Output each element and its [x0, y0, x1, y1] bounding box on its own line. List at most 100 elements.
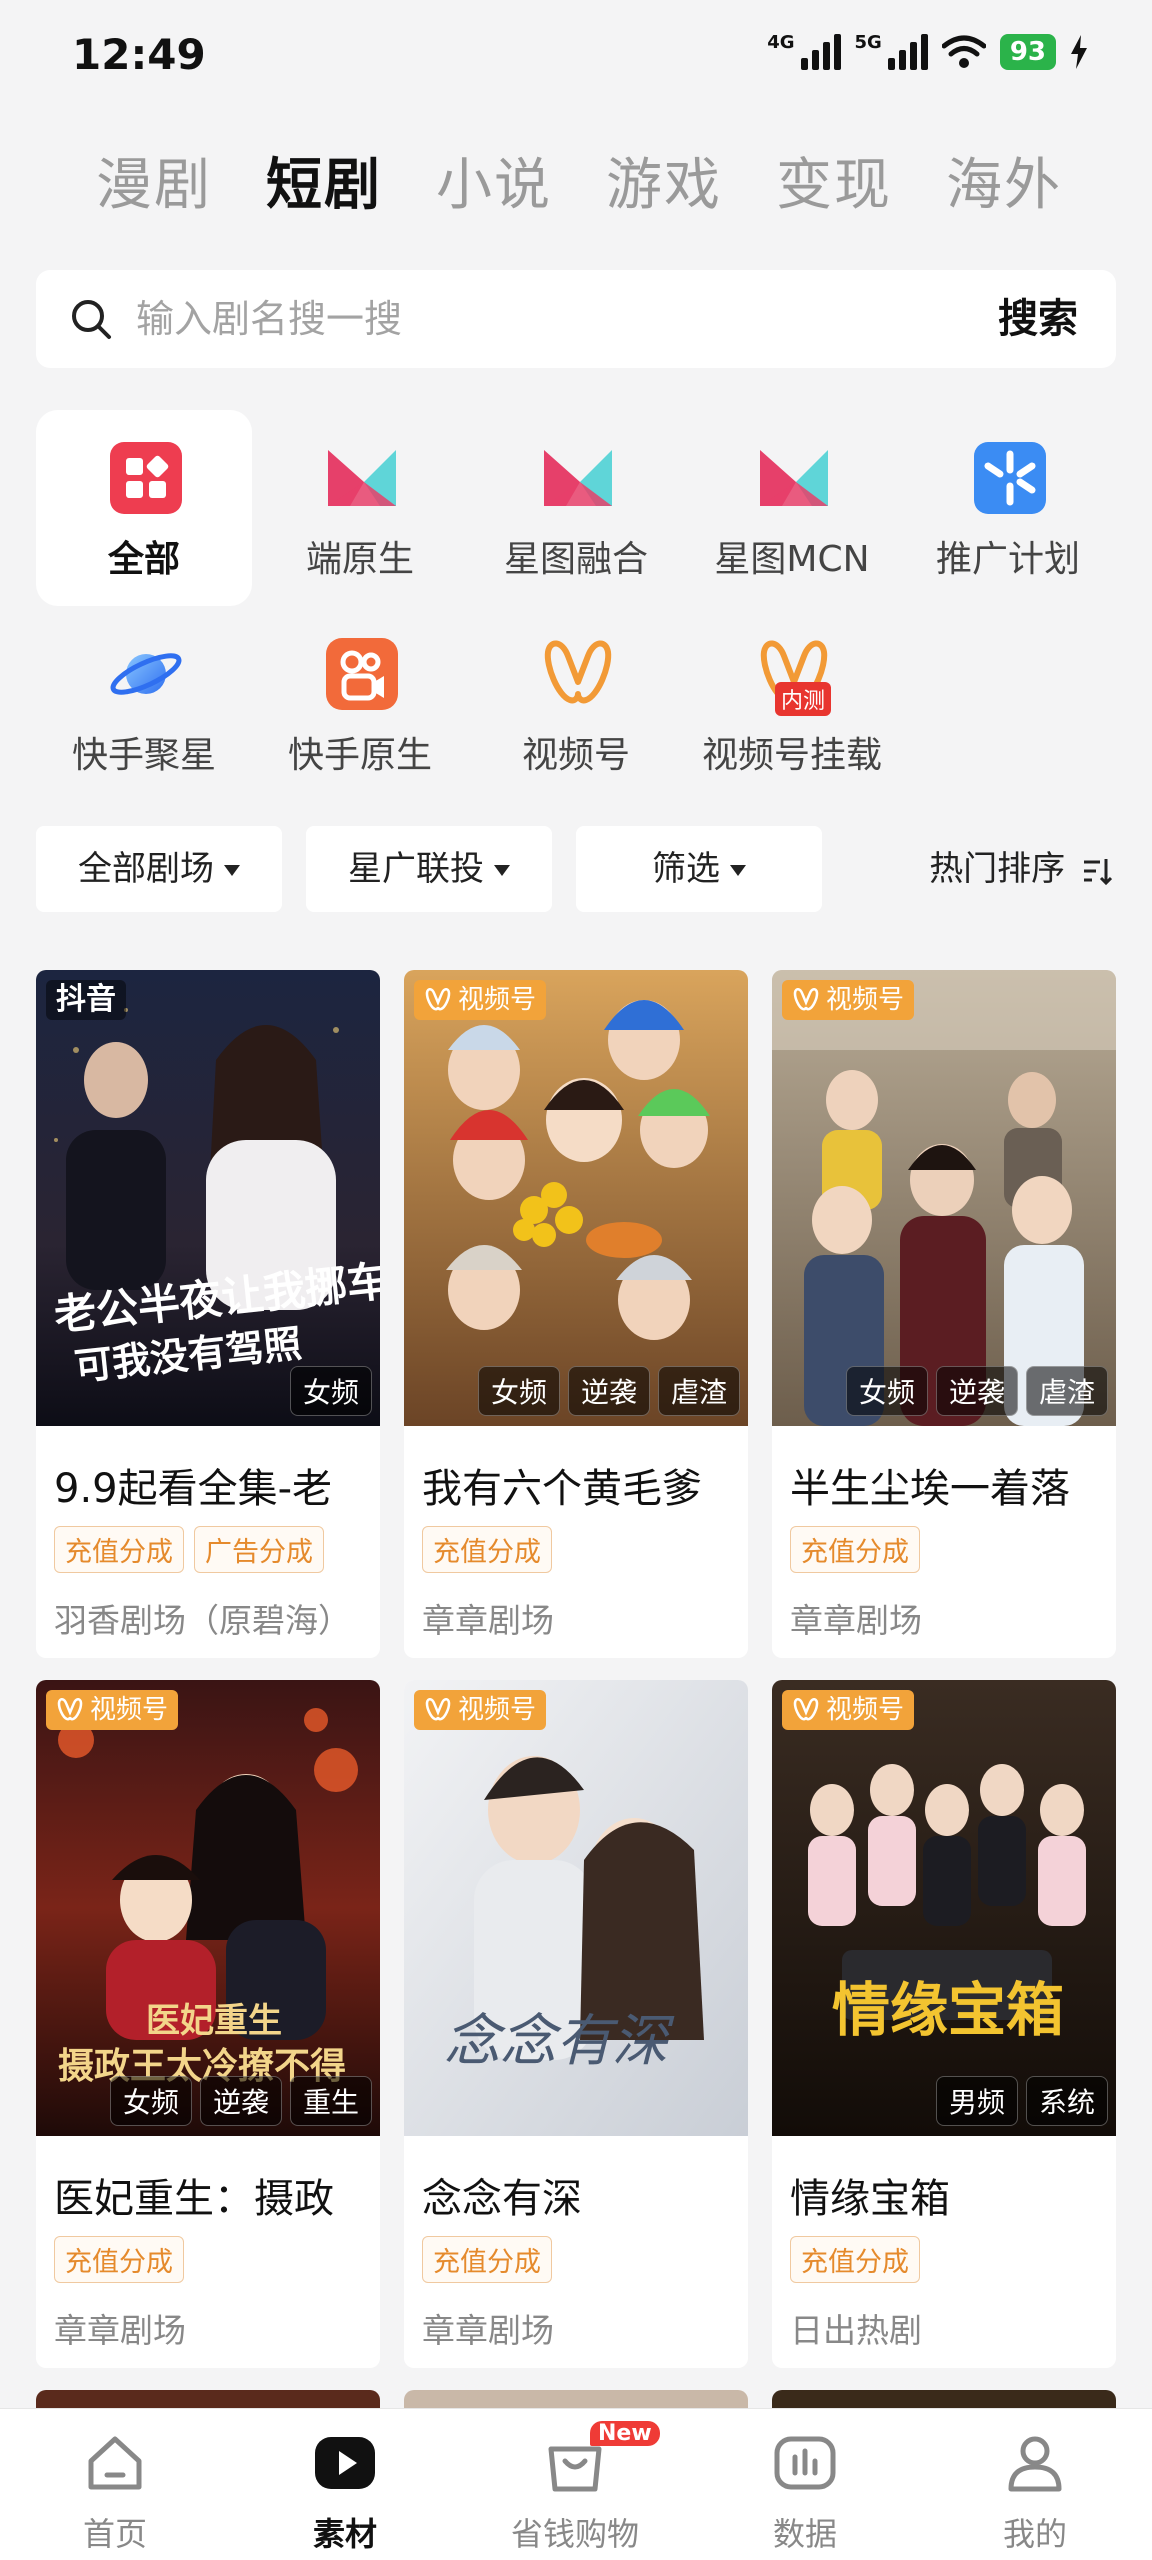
search-input[interactable]: [136, 270, 896, 368]
category-label: 星图融合: [503, 539, 648, 580]
home-icon: [88, 2436, 142, 2490]
drama-poster: 视频号 女频 逆袭 虐渣: [772, 970, 1116, 1426]
revenue-pill: 充值分成: [54, 2236, 184, 2283]
poster-title-art: 念念有深: [444, 2009, 675, 2074]
genre-tag: 系统: [1025, 2076, 1108, 2126]
charging-icon: [1071, 35, 1087, 69]
joint-filter-dropdown[interactable]: 星广联投: [306, 826, 552, 912]
category-duanyuansheng[interactable]: 端原生: [252, 410, 468, 606]
app-screen: 12:49 4G 5G 93 漫剧 短剧 小说 游戏 变现 海外 输入剧名搜一搜…: [0, 0, 1152, 2560]
wifi-icon: [941, 35, 986, 68]
platform-badge-channels: 视频号: [414, 1690, 547, 1730]
nav-label: 我的: [1002, 2515, 1067, 2553]
nav-material[interactable]: 素材: [230, 2409, 460, 2560]
revenue-pills: 充值分成: [790, 1526, 920, 1573]
drama-poster: 老公半夜让我挪车 可我没有驾照 抖音 女频: [36, 970, 380, 1426]
tab-duanju[interactable]: 短剧: [266, 140, 382, 221]
tab-manju[interactable]: 漫剧: [96, 140, 212, 221]
genre-tags: 女频 逆袭 重生: [109, 2076, 372, 2126]
category-xingtu-ronghe[interactable]: 星图融合: [468, 410, 684, 606]
nav-profile[interactable]: 我的: [920, 2409, 1150, 2560]
sort-button[interactable]: 热门排序: [929, 826, 1112, 912]
genre-tag: 女频: [289, 1366, 372, 1416]
drama-title: 医妃重生：摄政: [54, 2176, 334, 2222]
nav-shopping[interactable]: New 省钱购物: [460, 2409, 690, 2560]
new-badge: New: [590, 2421, 660, 2446]
grid-icon: [110, 442, 182, 514]
studio-name: 章章剧场: [422, 2311, 554, 2350]
poster-title-art: 情缘宝箱: [832, 1976, 1064, 2044]
channels-icon: [57, 1698, 83, 1721]
theater-filter-dropdown[interactable]: 全部剧场: [36, 826, 282, 912]
xingtu-icon: [544, 450, 612, 506]
platform-badge-channels: 视频号: [414, 980, 547, 1020]
tab-haiwai[interactable]: 海外: [946, 140, 1062, 221]
revenue-pill: 充值分成: [422, 2236, 552, 2283]
channels-icon: [425, 988, 451, 1011]
kuaishou-icon: [326, 638, 398, 710]
status-indicators: 4G 5G 93: [767, 32, 1088, 70]
status-time: 12:49: [72, 30, 206, 79]
category-label: 全部: [107, 539, 180, 580]
drama-card[interactable]: 医妃重生 摄政王太冷撩不得 视频号 女频 逆袭 重生 医妃重生：摄政 充值分成 …: [36, 1680, 380, 2368]
filter-dropdown[interactable]: 筛选: [576, 826, 822, 912]
category-xingtu-mcn[interactable]: 星图MCN: [684, 410, 900, 606]
tab-bianxian[interactable]: 变现: [776, 140, 892, 221]
revenue-pill: 充值分成: [54, 1526, 184, 1573]
platform-badge-channels: 视频号: [782, 980, 915, 1020]
drama-card[interactable]: 情缘宝箱 视频号 男频 系统 情缘宝箱 充值分成 日出热剧: [772, 1680, 1116, 2368]
xingtu-icon: [760, 450, 828, 506]
category-label: 快手聚星: [71, 735, 216, 776]
profile-icon: [1008, 2436, 1062, 2492]
genre-tag: 男频: [935, 2076, 1018, 2126]
drama-card[interactable]: 视频号 女频 逆袭 虐渣 半生尘埃一着落 充值分成 章章剧场: [772, 970, 1116, 1658]
drama-title: 我有六个黄毛爹: [422, 1466, 702, 1512]
drama-card[interactable]: 视频号 女频 逆袭 虐渣 我有六个黄毛爹 充值分成 章章剧场: [404, 970, 748, 1658]
category-label: 快手原生: [287, 735, 432, 776]
status-bar: 12:49 4G 5G 93: [0, 0, 1152, 110]
nav-label: 素材: [312, 2515, 377, 2553]
battery-level: 93: [999, 34, 1056, 70]
tab-youxi[interactable]: 游戏: [606, 140, 722, 221]
genre-tag: 虐渣: [1025, 1366, 1108, 1416]
studio-name: 章章剧场: [790, 1601, 922, 1640]
revenue-pills: 充值分成: [422, 1526, 552, 1573]
xingtu-icon: [328, 450, 396, 506]
drama-poster: 情缘宝箱 视频号 男频 系统: [772, 1680, 1116, 2136]
genre-tag: 女频: [477, 1366, 560, 1416]
revenue-pills: 充值分成 广告分成: [54, 1526, 324, 1573]
caret-down-icon: [730, 865, 746, 876]
drama-card[interactable]: 念念有深 视频号 念念有深 充值分成 章章剧场: [404, 1680, 748, 2368]
category-promotion-plan[interactable]: 推广计划: [900, 410, 1116, 606]
search-button[interactable]: 搜索: [998, 270, 1078, 368]
category-label: 视频号挂载: [701, 735, 882, 776]
tab-xiaoshuo[interactable]: 小说: [436, 140, 552, 221]
nav-home[interactable]: 首页: [0, 2409, 230, 2560]
drama-title: 念念有深: [422, 2176, 582, 2222]
platform-badge-channels: 视频号: [782, 1690, 915, 1730]
filter-label: 星广联投: [348, 849, 484, 889]
category-all[interactable]: 全部: [36, 410, 252, 606]
channels-icon: [425, 1698, 451, 1721]
nav-label: 省钱购物: [510, 2515, 639, 2553]
channels-icon: [793, 1698, 819, 1721]
channels-icon: [544, 640, 612, 704]
caret-down-icon: [224, 865, 240, 876]
category-channels[interactable]: 视频号: [468, 606, 684, 802]
drama-card[interactable]: 老公半夜让我挪车 可我没有驾照 抖音 女频 9.9起看全集-老 充值分成 广告分…: [36, 970, 380, 1658]
genre-tag: 重生: [289, 2076, 372, 2126]
drama-title: 情缘宝箱: [790, 2176, 950, 2222]
chart-icon: [774, 2436, 836, 2490]
sort-label: 热门排序: [929, 849, 1066, 889]
genre-tag: 逆袭: [199, 2076, 282, 2126]
nav-label: 数据: [772, 2515, 837, 2553]
platform-label: 视频号: [826, 985, 905, 1015]
category-kuaishou-yuansheng[interactable]: 快手原生: [252, 606, 468, 802]
category-label: 视频号: [521, 735, 630, 776]
revenue-pill: 充值分成: [790, 2236, 920, 2283]
category-kuaishou-juxing[interactable]: 快手聚星: [36, 606, 252, 802]
drama-title: 9.9起看全集-老: [54, 1466, 333, 1512]
signal-5g-icon: [887, 34, 928, 70]
nav-data[interactable]: 数据: [690, 2409, 920, 2560]
sort-icon: [1084, 858, 1112, 885]
